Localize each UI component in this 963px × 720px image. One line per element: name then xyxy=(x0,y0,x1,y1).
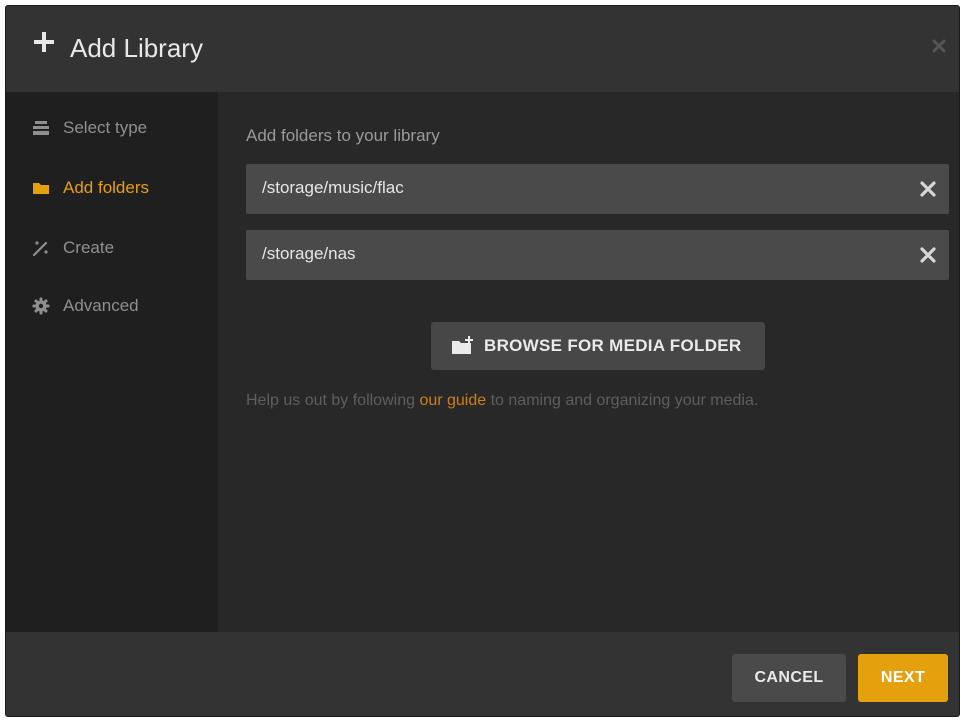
add-library-dialog: Add Library Select type Add folders Crea… xyxy=(6,6,959,716)
browse-media-folder-button[interactable]: BROWSE FOR MEDIA FOLDER xyxy=(431,322,765,370)
sidebar-item-label: Advanced xyxy=(63,296,139,315)
browse-button-label: BROWSE FOR MEDIA FOLDER xyxy=(484,336,742,355)
dialog-header: Add Library xyxy=(6,6,959,92)
sidebar-item-label: Create xyxy=(63,238,115,257)
help-text: Help us out by following our guide to na… xyxy=(246,392,758,410)
gear-icon xyxy=(32,297,50,315)
guide-link[interactable]: our guide xyxy=(419,392,486,409)
next-button[interactable]: NEXT xyxy=(858,654,948,702)
dialog-title: Add Library xyxy=(70,33,203,63)
folder-icon xyxy=(33,183,49,194)
help-text-suffix: to naming and organizing your media. xyxy=(486,392,759,409)
sidebar-item-select-type[interactable]: Select type xyxy=(6,108,218,148)
main-content: Add folders to your library /storage/mus… xyxy=(218,92,959,632)
dialog-footer: CANCEL NEXT xyxy=(6,632,959,716)
sidebar-item-create[interactable]: Create xyxy=(6,228,218,268)
magic-wand-icon xyxy=(32,241,48,257)
remove-folder-icon[interactable] xyxy=(919,180,937,198)
section-label: Add folders to your library xyxy=(246,126,440,145)
plus-icon xyxy=(34,32,54,52)
sidebar-item-advanced[interactable]: Advanced xyxy=(6,286,218,326)
sidebar-item-add-folders[interactable]: Add folders xyxy=(6,168,218,208)
folder-row: /storage/music/flac xyxy=(246,164,949,214)
cancel-button[interactable]: CANCEL xyxy=(732,654,846,702)
folder-path: /storage/music/flac xyxy=(262,178,404,197)
folder-path: /storage/nas xyxy=(262,244,356,263)
folder-add-icon xyxy=(452,336,473,354)
sidebar-item-label: Select type xyxy=(63,118,148,137)
folder-row: /storage/nas xyxy=(246,230,949,280)
sidebar-item-label: Add folders xyxy=(63,178,149,197)
close-icon[interactable] xyxy=(931,38,947,54)
sidebar: Select type Add folders Create Advanced xyxy=(6,92,218,632)
stack-icon xyxy=(33,121,49,135)
help-text-prefix: Help us out by following xyxy=(246,392,420,409)
remove-folder-icon[interactable] xyxy=(919,246,937,264)
